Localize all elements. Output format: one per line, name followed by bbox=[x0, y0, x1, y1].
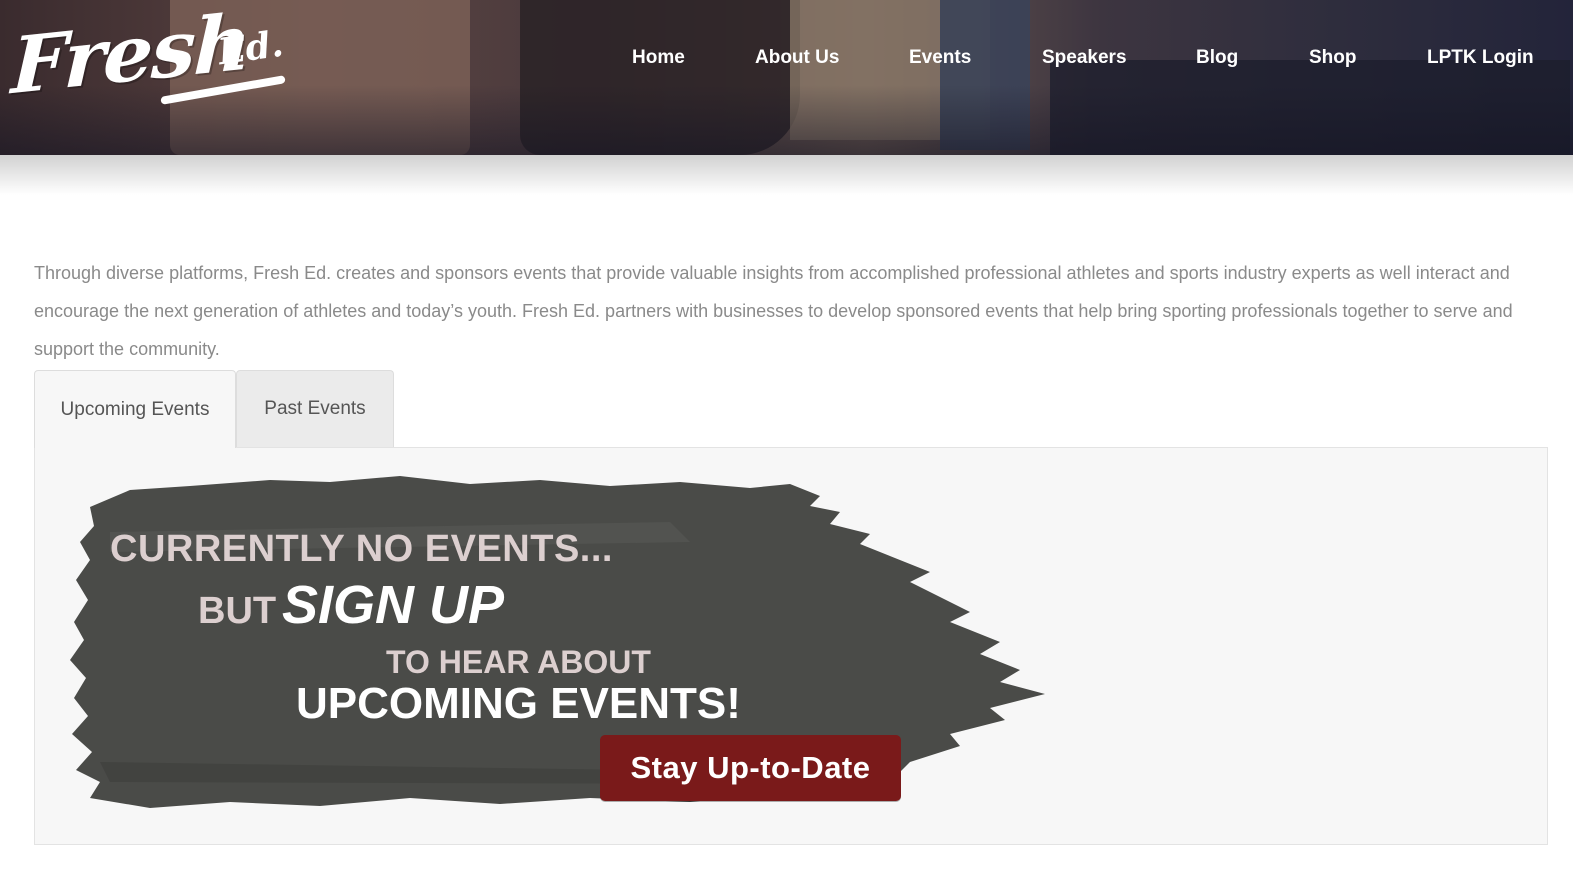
tab-past-events[interactable]: Past Events bbox=[236, 370, 394, 447]
nav-events[interactable]: Events bbox=[909, 47, 971, 69]
nav-speakers[interactable]: Speakers bbox=[1042, 47, 1127, 69]
nav-blog[interactable]: Blog bbox=[1196, 47, 1238, 69]
fresh-ed-logo[interactable]: Fresh Ed. bbox=[10, 0, 290, 124]
banner-line-to-hear-about: TO HEAR ABOUT bbox=[386, 644, 651, 680]
header-shadow bbox=[0, 155, 1573, 195]
banner-line-sign-up: SIGN UP bbox=[282, 575, 505, 635]
stay-up-to-date-button[interactable]: Stay Up-to-Date bbox=[600, 735, 901, 801]
nav-about-us[interactable]: About Us bbox=[755, 47, 839, 69]
main-nav: Home About Us Events Speakers Blog Shop … bbox=[0, 47, 1573, 71]
nav-home[interactable]: Home bbox=[632, 47, 685, 69]
brush-stroke-background bbox=[70, 476, 1045, 808]
tab-upcoming-events[interactable]: Upcoming Events bbox=[34, 370, 236, 448]
nav-shop[interactable]: Shop bbox=[1309, 47, 1357, 69]
events-intro-text: Through diverse platforms, Fresh Ed. cre… bbox=[34, 263, 1513, 359]
banner-line-but: BUT bbox=[198, 590, 277, 632]
nav-lptk-login[interactable]: LPTK Login bbox=[1427, 47, 1534, 69]
banner-line-no-events: CURRENTLY NO EVENTS... bbox=[110, 528, 613, 570]
no-events-banner[interactable]: CURRENTLY NO EVENTS... BUT SIGN UP TO HE… bbox=[70, 472, 1050, 812]
site-header: Fresh Ed. Home About Us Events Speakers … bbox=[0, 0, 1573, 155]
banner-line-upcoming-events: UPCOMING EVENTS! bbox=[296, 679, 741, 728]
